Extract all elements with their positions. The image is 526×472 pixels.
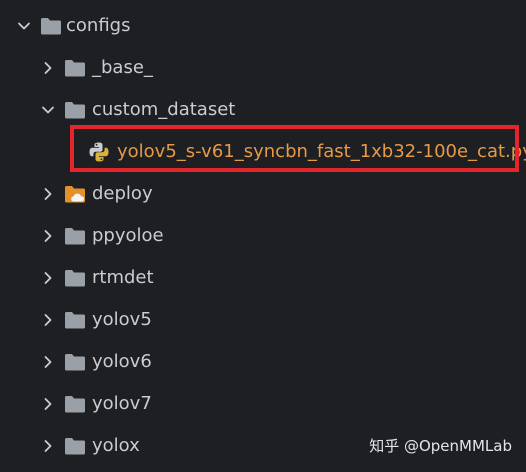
tree-item-label: rtmdet — [92, 267, 154, 288]
tree-item-label: custom_dataset — [92, 99, 236, 120]
tree-item-ppyoloe[interactable]: ppyoloe — [0, 215, 526, 257]
chevron-right-icon[interactable] — [40, 396, 56, 412]
chevron-right-icon[interactable] — [40, 438, 56, 454]
chevron-down-icon[interactable] — [40, 102, 56, 118]
tree-item-label: ppyoloe — [92, 225, 164, 246]
folder-icon — [64, 436, 86, 456]
tree-item-configs[interactable]: configs — [0, 5, 526, 47]
folder-icon — [40, 16, 62, 36]
folder-icon — [64, 100, 86, 120]
chevron-right-icon[interactable] — [40, 354, 56, 370]
tree-item-label: _base_ — [92, 57, 153, 78]
folder-icon — [64, 268, 86, 288]
tree-item-rtmdet[interactable]: rtmdet — [0, 257, 526, 299]
folder-icon — [64, 58, 86, 78]
chevron-right-icon[interactable] — [40, 270, 56, 286]
tree-item-label: deploy — [92, 183, 153, 204]
chevron-down-icon[interactable] — [16, 18, 32, 34]
highlight-box — [70, 125, 519, 172]
chevron-right-icon[interactable] — [40, 186, 56, 202]
tree-item-yolov6[interactable]: yolov6 — [0, 341, 526, 383]
tree-item-yolov7[interactable]: yolov7 — [0, 383, 526, 425]
tree-item-label: configs — [66, 15, 131, 36]
tree-item-base[interactable]: _base_ — [0, 47, 526, 89]
tree-item-label: yolov7 — [92, 393, 152, 414]
tree-item-label: yolov5 — [92, 309, 152, 330]
project-file-tree: configs _base_ custom_dataset yolov5_s-v… — [0, 0, 526, 472]
folder-icon — [64, 310, 86, 330]
watermark: 知乎 @OpenMMLab — [369, 437, 512, 455]
chevron-right-icon[interactable] — [40, 60, 56, 76]
tree-item-yolov5[interactable]: yolov5 — [0, 299, 526, 341]
tree-item-label: yolov6 — [92, 351, 152, 372]
folder-icon — [64, 394, 86, 414]
folder-icon — [64, 226, 86, 246]
chevron-right-icon[interactable] — [40, 228, 56, 244]
chevron-right-icon[interactable] — [40, 312, 56, 328]
folder-icon — [64, 352, 86, 372]
deploy-folder-icon — [64, 184, 86, 204]
tree-item-label: yolox — [92, 435, 140, 456]
tree-item-deploy[interactable]: deploy — [0, 173, 526, 215]
